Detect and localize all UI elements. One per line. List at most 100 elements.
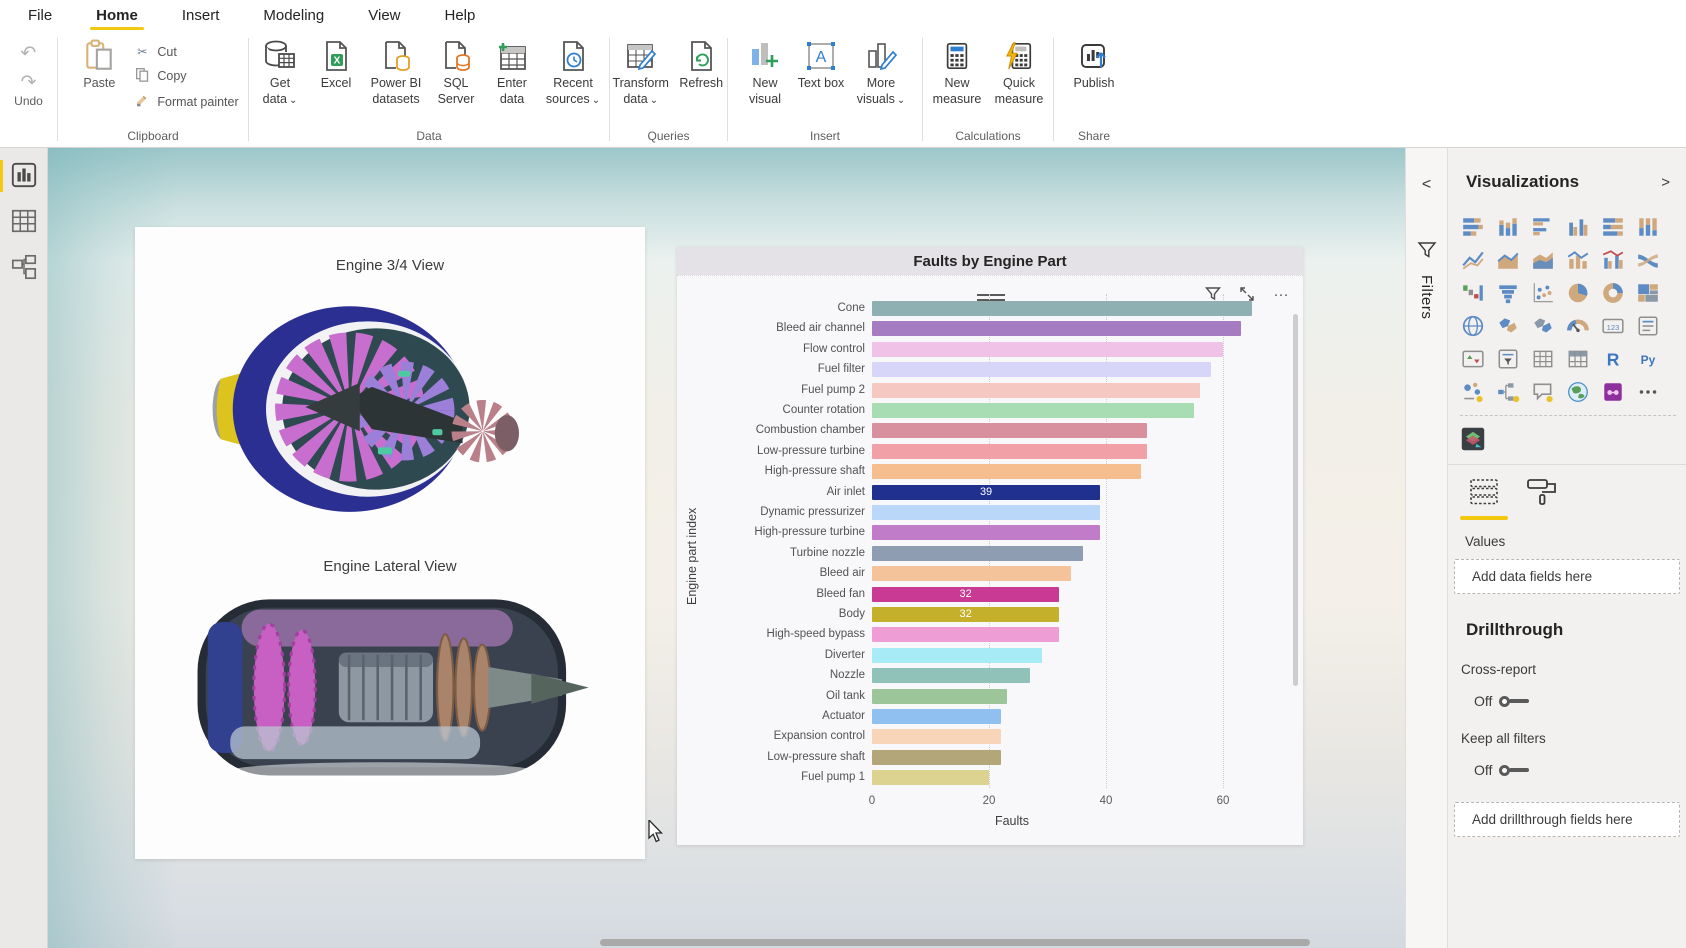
visual-line-and-stacked-column-chart-icon[interactable] <box>1565 247 1591 273</box>
text-box-button[interactable]: A Text box <box>795 36 847 92</box>
publish-button[interactable]: Publish <box>1065 36 1123 92</box>
bar-turbine-nozzle[interactable] <box>872 546 1083 561</box>
bar-bleed-air-channel[interactable] <box>872 321 1241 336</box>
visual-stacked-area-chart-icon[interactable] <box>1530 247 1556 273</box>
visual-clustered-bar-chart-icon[interactable] <box>1530 214 1556 240</box>
visual-map-icon[interactable] <box>1460 313 1486 339</box>
visual-filled-map-icon[interactable] <box>1495 313 1521 339</box>
keep-all-filters-toggle[interactable]: Off <box>1448 746 1686 778</box>
bar-body[interactable]: 32 <box>872 607 1059 622</box>
visual-treemap-icon[interactable] <box>1635 280 1661 306</box>
tab-home[interactable]: Home <box>94 3 140 28</box>
expand-pane-icon[interactable]: > <box>1661 174 1670 191</box>
visual-stacked-column-chart-icon[interactable] <box>1495 214 1521 240</box>
tab-view[interactable]: View <box>366 3 402 28</box>
scrollbar-thumb[interactable] <box>600 939 1310 946</box>
visual-pie-chart-icon[interactable] <box>1565 280 1591 306</box>
transform-data-button[interactable]: Transform data⌄ <box>610 36 671 107</box>
toggle-off-icon[interactable] <box>1499 696 1529 707</box>
visual-paginated-report-icon[interactable] <box>1600 379 1626 405</box>
bar-cone[interactable] <box>872 301 1252 316</box>
visual-hundred-percent-stacked-bar-chart-icon[interactable] <box>1600 214 1626 240</box>
redo-icon[interactable]: ↷ <box>21 73 37 92</box>
bar-high-pressure-turbine[interactable] <box>872 525 1100 540</box>
bar-fuel-filter[interactable] <box>872 362 1211 377</box>
cut-button[interactable]: ✂ Cut <box>133 44 238 59</box>
visual-scatter-chart-icon[interactable] <box>1530 280 1556 306</box>
copy-button[interactable]: Copy <box>133 67 238 85</box>
visual-line-and-clustered-column-chart-icon[interactable] <box>1600 247 1626 273</box>
visual-decomposition-tree-icon[interactable] <box>1495 379 1521 405</box>
bar-air-inlet[interactable]: 39 <box>872 485 1100 500</box>
visual-clustered-column-chart-icon[interactable] <box>1565 214 1591 240</box>
visual-shape-map-icon[interactable] <box>1530 313 1556 339</box>
visual-azure-map-icon[interactable] <box>1565 379 1591 405</box>
bar-bleed-air[interactable] <box>872 566 1071 581</box>
visual-line-chart-icon[interactable] <box>1460 247 1486 273</box>
filters-funnel-icon[interactable] <box>1417 240 1437 265</box>
get-data-button[interactable]: Get data⌄ <box>254 36 306 107</box>
visual-matrix-icon[interactable] <box>1565 346 1591 372</box>
more-visuals-button[interactable]: More visuals⌄ <box>851 36 911 107</box>
cross-report-toggle[interactable]: Off <box>1448 677 1686 709</box>
fields-tab[interactable] <box>1464 477 1504 520</box>
format-tab[interactable] <box>1522 477 1562 520</box>
add-data-fields-well[interactable]: Add data fields here <box>1454 559 1680 594</box>
visual-q-and-a-icon[interactable] <box>1530 379 1556 405</box>
visual-stacked-bar-chart-icon[interactable] <box>1460 214 1486 240</box>
visual-multi-row-card-icon[interactable] <box>1635 313 1661 339</box>
bar-combustion-chamber[interactable] <box>872 423 1147 438</box>
bar-low-pressure-shaft[interactable] <box>872 750 1001 765</box>
model-view-button[interactable] <box>9 254 39 284</box>
bar-oil-tank[interactable] <box>872 689 1007 704</box>
visual-arcgis-map-icon[interactable] <box>1460 426 1486 452</box>
undo-icon[interactable]: ↶ <box>21 44 37 63</box>
format-painter-button[interactable]: Format painter <box>133 93 238 111</box>
excel-button[interactable]: X Excel <box>310 36 362 92</box>
filters-pane-label[interactable]: Filters <box>1418 275 1435 319</box>
bar-dynamic-pressurizer[interactable] <box>872 505 1100 520</box>
new-visual-button[interactable]: New visual <box>739 36 791 107</box>
bar-flow-control[interactable] <box>872 342 1223 357</box>
visual-hundred-percent-stacked-column-chart-icon[interactable] <box>1635 214 1661 240</box>
engine-images-visual[interactable]: Engine 3/4 View Engine Lateral View <box>135 227 645 859</box>
quick-measure-button[interactable]: Quick measure <box>990 36 1048 107</box>
visual-waterfall-chart-icon[interactable] <box>1460 280 1486 306</box>
visual-key-influencers-icon[interactable] <box>1460 379 1486 405</box>
tab-help[interactable]: Help <box>443 3 478 28</box>
add-drillthrough-fields-well[interactable]: Add drillthrough fields here <box>1454 802 1680 837</box>
visual-funnel-chart-icon[interactable] <box>1495 280 1521 306</box>
bar-actuator[interactable] <box>872 709 1001 724</box>
toggle-off-icon[interactable] <box>1499 765 1529 776</box>
bar-fuel-pump-2[interactable] <box>872 383 1200 398</box>
canvas-horizontal-scrollbar[interactable] <box>48 939 1405 947</box>
bar-nozzle[interactable] <box>872 668 1030 683</box>
power-bi-datasets-button[interactable]: Power BI datasets <box>366 36 426 107</box>
refresh-button[interactable]: Refresh <box>675 36 727 92</box>
visual-r-script-visual-icon[interactable]: R <box>1600 346 1626 372</box>
visual-ribbon-chart-icon[interactable] <box>1635 247 1661 273</box>
visual-gauge-icon[interactable] <box>1565 313 1591 339</box>
enter-data-button[interactable]: Enter data <box>486 36 538 107</box>
menu-file[interactable]: File <box>26 3 54 28</box>
collapse-pane-icon[interactable]: < <box>1417 176 1437 194</box>
visual-table-icon[interactable] <box>1530 346 1556 372</box>
visual-slicer-icon[interactable] <box>1495 346 1521 372</box>
faults-chart-visual[interactable]: Faults by Engine Part ··· Engine part in… <box>677 247 1303 845</box>
bar-bleed-fan[interactable]: 32 <box>872 587 1059 602</box>
visual-kpi-icon[interactable] <box>1460 346 1486 372</box>
sql-server-button[interactable]: SQL Server <box>430 36 482 107</box>
tab-insert[interactable]: Insert <box>180 3 222 28</box>
chart-vertical-scrollbar[interactable] <box>1293 314 1298 686</box>
visual-donut-chart-icon[interactable] <box>1600 280 1626 306</box>
visual-python-visual-icon[interactable]: Py <box>1635 346 1661 372</box>
recent-sources-button[interactable]: Recent sources⌄ <box>542 36 604 107</box>
visual-card-icon[interactable]: 123 <box>1600 313 1626 339</box>
visual-more-options-icon[interactable] <box>1635 379 1661 405</box>
data-view-button[interactable] <box>9 208 39 238</box>
bar-low-pressure-turbine[interactable] <box>872 444 1147 459</box>
report-canvas[interactable]: Engine 3/4 View Engine Lateral View <box>48 148 1405 948</box>
bar-expansion-control[interactable] <box>872 729 1001 744</box>
bar-fuel-pump-1[interactable] <box>872 770 989 785</box>
paste-button[interactable]: Paste <box>73 36 125 92</box>
